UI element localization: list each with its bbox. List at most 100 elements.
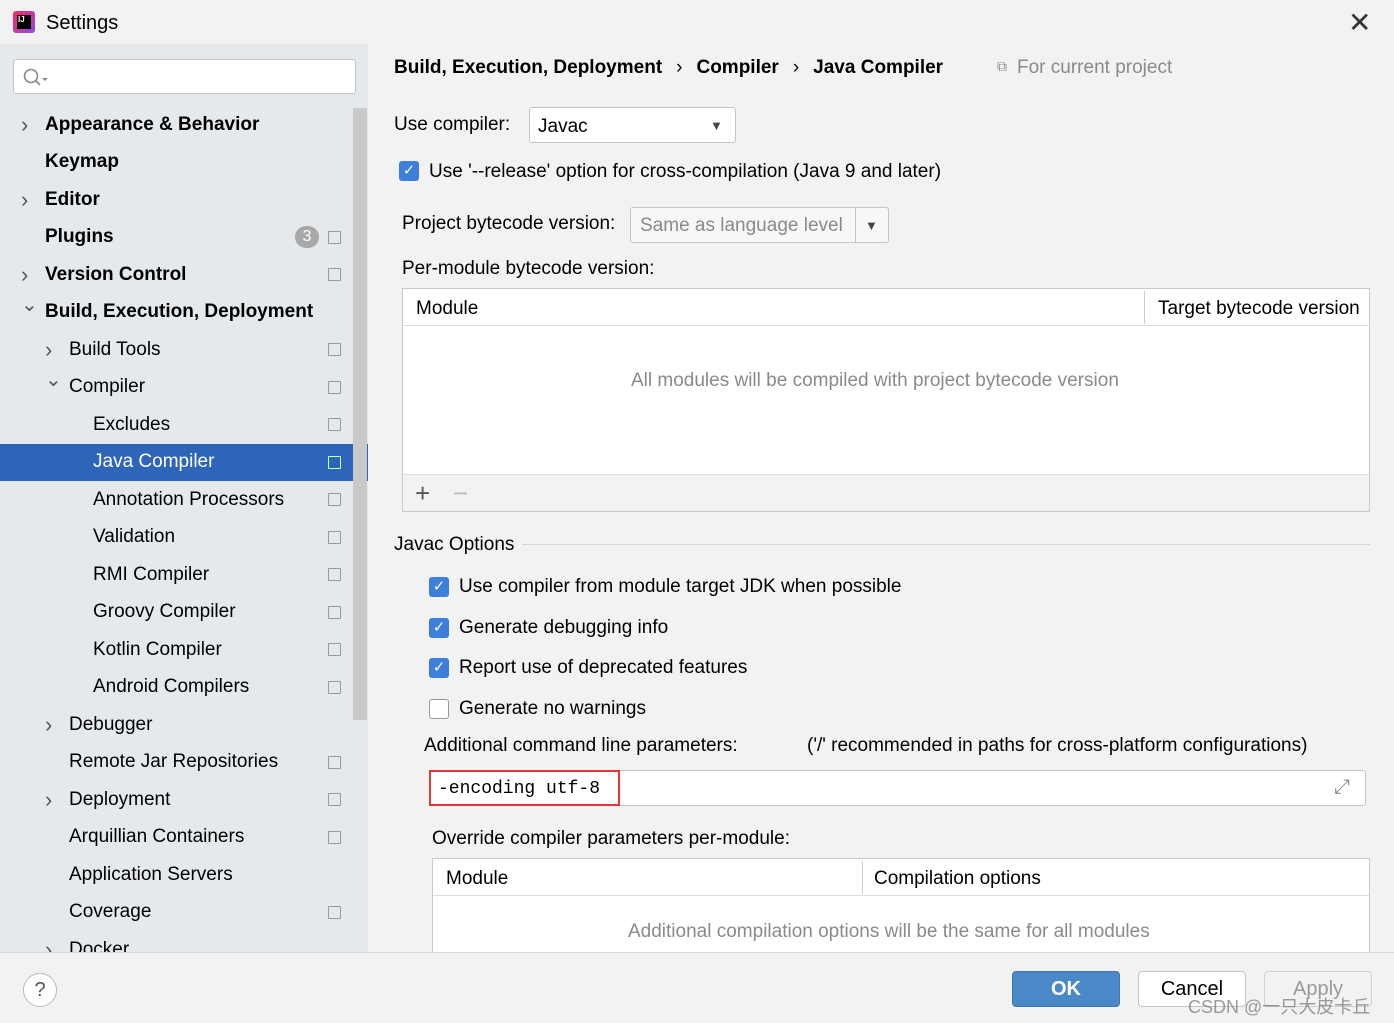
- column-header[interactable]: Compilation options: [874, 868, 1041, 890]
- sidebar-item[interactable]: RMI Compiler: [0, 556, 353, 593]
- sidebar-item[interactable]: › Build Tools: [0, 331, 353, 368]
- chevron-right-icon[interactable]: ›: [45, 337, 52, 363]
- add-icon[interactable]: +: [415, 478, 430, 509]
- sidebar-item[interactable]: ⌄ Compiler: [0, 369, 353, 406]
- option-checkbox[interactable]: [429, 698, 449, 719]
- sidebar-item[interactable]: › Version Control: [0, 256, 353, 293]
- column-header[interactable]: Module: [416, 298, 478, 320]
- sidebar-item[interactable]: › Debugger: [0, 706, 353, 743]
- compiler-select[interactable]: Javac ▼: [529, 107, 736, 143]
- compiler-value: Javac: [538, 116, 588, 137]
- search-input[interactable]: [13, 59, 356, 94]
- sidebar-item[interactable]: Validation: [0, 519, 353, 556]
- sidebar-item[interactable]: Plugins 3: [0, 219, 353, 256]
- sidebar-item-label: Excludes: [93, 413, 171, 435]
- project-scope-icon: [328, 493, 341, 506]
- count-badge: 3: [295, 226, 319, 248]
- project-scope-icon: [328, 643, 341, 656]
- option-checkbox[interactable]: ✓: [429, 658, 449, 678]
- bytecode-label: Project bytecode version:: [402, 213, 616, 234]
- project-scope-icon: [328, 268, 341, 281]
- chevron-down-icon: ▼: [865, 218, 878, 233]
- chevron-down-icon[interactable]: ⌄: [21, 292, 38, 317]
- expand-icon[interactable]: ⤢: [1334, 776, 1350, 799]
- per-module-table: Module Target bytecode version All modul…: [402, 288, 1370, 512]
- project-scope-icon: [328, 530, 341, 544]
- params-label: Additional command line parameters:: [424, 735, 738, 756]
- chevron-right-icon: ›: [792, 57, 800, 78]
- sidebar-item[interactable]: Arquillian Containers: [0, 819, 353, 856]
- ok-button[interactable]: OK: [1012, 971, 1120, 1007]
- close-icon[interactable]: ✕: [1348, 6, 1371, 39]
- sidebar-item[interactable]: Remote Jar Repositories: [0, 744, 353, 781]
- sidebar-item-label: Build, Execution, Deployment: [45, 301, 314, 322]
- params-value: -encoding utf-8: [438, 779, 601, 799]
- sidebar-item[interactable]: Kotlin Compiler: [0, 631, 353, 668]
- release-checkbox[interactable]: ✓: [399, 161, 419, 181]
- project-scope-icon: [328, 905, 341, 919]
- breadcrumb-item[interactable]: Compiler: [696, 57, 778, 79]
- sidebar-item[interactable]: › Editor: [0, 181, 353, 218]
- javac-section-title: Javac Options: [394, 534, 515, 555]
- table-toolbar: + −: [403, 474, 1369, 511]
- sidebar-item-label: Keymap: [45, 151, 119, 172]
- sidebar-item-label: Editor: [45, 188, 100, 210]
- sidebar-item[interactable]: Application Servers: [0, 856, 353, 893]
- footer: ? OK Cancel Apply CSDN @一只大皮卡丘: [0, 952, 1394, 1023]
- sidebar-item-label: Plugins: [45, 226, 114, 247]
- project-scope-icon: [328, 455, 341, 469]
- search-icon: [23, 68, 48, 86]
- option-checkbox[interactable]: ✓: [429, 617, 449, 638]
- table-header: Module Compilation options: [433, 859, 1369, 896]
- window-title: Settings: [46, 12, 119, 34]
- help-button[interactable]: ?: [23, 973, 57, 1007]
- title-bar: IJ Settings ✕: [0, 0, 1394, 44]
- sidebar-item[interactable]: › Docker: [0, 931, 353, 953]
- params-input[interactable]: -encoding utf-8 ⤢: [429, 770, 1366, 806]
- project-scope-icon: [328, 380, 341, 394]
- chevron-right-icon[interactable]: ›: [45, 787, 52, 813]
- sidebar-item-label: Debugger: [69, 713, 153, 735]
- sidebar-item[interactable]: Android Compilers: [0, 669, 353, 706]
- sidebar-item[interactable]: › Deployment: [0, 781, 353, 818]
- remove-icon[interactable]: −: [453, 478, 468, 509]
- sidebar-item[interactable]: Excludes: [0, 406, 353, 443]
- chevron-right-icon[interactable]: ›: [21, 187, 28, 213]
- sidebar-item[interactable]: Annotation Processors: [0, 481, 353, 518]
- chevron-down-icon[interactable]: ⌄: [45, 367, 62, 392]
- breadcrumb: Build, Execution, Deployment › Compiler › …: [394, 57, 943, 79]
- project-scope-icon: [328, 343, 341, 356]
- sidebar-item[interactable]: Groovy Compiler: [0, 594, 353, 631]
- column-header[interactable]: Module: [446, 868, 508, 890]
- breadcrumb-item[interactable]: Build, Execution, Deployment: [394, 57, 662, 79]
- sidebar-item-label: Application Servers: [69, 863, 233, 885]
- project-scope-icon: [328, 230, 341, 244]
- divider: [522, 544, 1370, 545]
- chevron-right-icon[interactable]: ›: [21, 112, 28, 138]
- project-scope-icon: [328, 605, 341, 619]
- sidebar-item[interactable]: ⌄ Build, Execution, Deployment: [0, 294, 353, 331]
- sidebar-item-label: Kotlin Compiler: [93, 638, 222, 660]
- column-header[interactable]: Target bytecode version: [1158, 298, 1360, 320]
- release-label: Use '--release' option for cross-compila…: [429, 161, 942, 182]
- copy-icon: ⧉: [997, 58, 1007, 74]
- project-scope-icon: [328, 830, 341, 844]
- sidebar-item-label: Docker: [69, 938, 130, 953]
- sidebar-item[interactable]: Coverage: [0, 894, 353, 931]
- sidebar-item-label: Groovy Compiler: [93, 601, 236, 622]
- sidebar-item[interactable]: › Appearance & Behavior: [0, 106, 353, 143]
- sidebar-item-label: Appearance & Behavior: [45, 113, 260, 135]
- sidebar-item-label: Build Tools: [69, 338, 161, 360]
- chevron-down-icon: ▼: [710, 118, 723, 133]
- chevron-right-icon[interactable]: ›: [45, 712, 52, 738]
- option-checkbox[interactable]: ✓: [429, 577, 449, 597]
- table-header: Module Target bytecode version: [403, 289, 1369, 326]
- chevron-right-icon[interactable]: ›: [45, 937, 52, 953]
- chevron-right-icon[interactable]: ›: [21, 262, 28, 288]
- sidebar-item[interactable]: Java Compiler: [0, 443, 368, 481]
- project-scope-icon: [328, 755, 341, 769]
- sidebar-item-label: Remote Jar Repositories: [69, 751, 279, 772]
- sidebar-item[interactable]: Keymap: [0, 144, 353, 181]
- sidebar-scrollbar[interactable]: [353, 108, 367, 720]
- bytecode-select[interactable]: Same as language level ▼: [630, 207, 889, 243]
